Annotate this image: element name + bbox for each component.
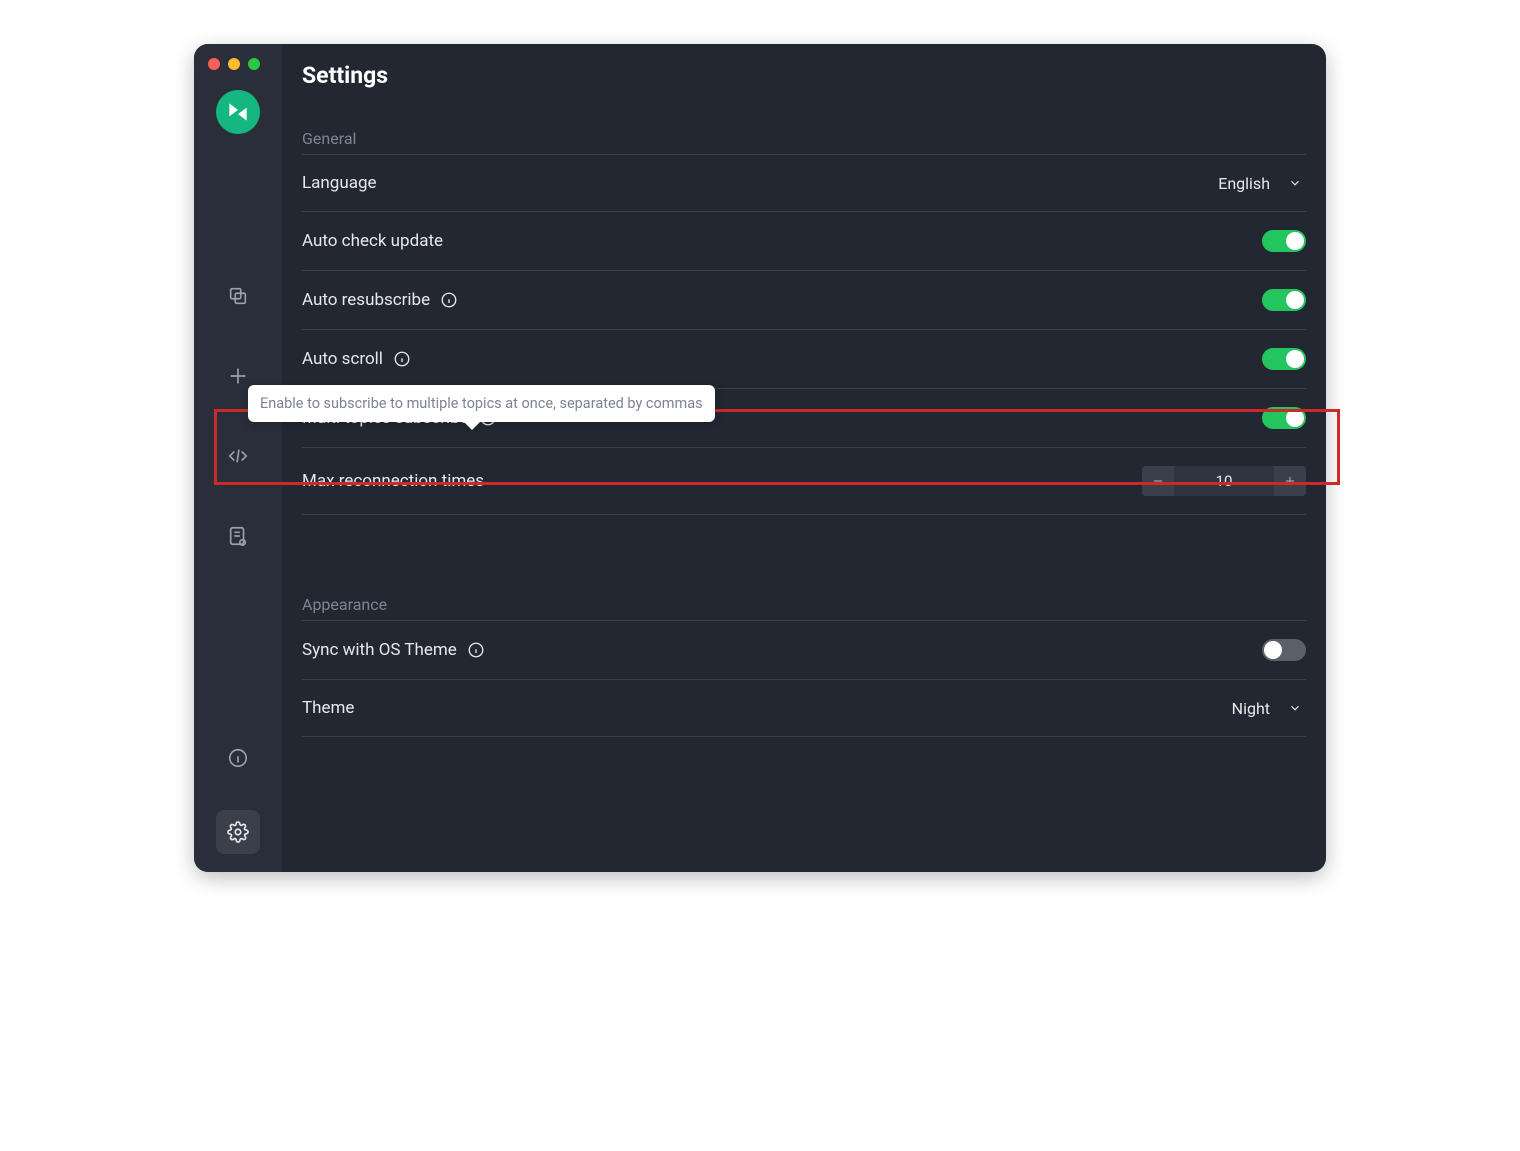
section-label-appearance: Appearance: [302, 595, 1306, 614]
row-theme: Theme Night: [302, 680, 1306, 737]
tooltip-multi-topics: Enable to subscribe to multiple topics a…: [248, 385, 715, 422]
app-window: Settings General Language English Auto c…: [194, 44, 1326, 872]
toggle-sync-os-theme[interactable]: [1262, 639, 1306, 661]
toggle-auto-check-update[interactable]: [1262, 230, 1306, 252]
page-title: Settings: [302, 62, 1306, 89]
toggle-multi-topics[interactable]: [1262, 407, 1306, 429]
plus-icon: [227, 365, 249, 387]
stepper-value[interactable]: 10: [1174, 466, 1274, 496]
language-value: English: [1218, 174, 1270, 193]
label-theme: Theme: [302, 698, 354, 718]
settings-panel: Settings General Language English Auto c…: [282, 44, 1326, 872]
gear-icon: [227, 821, 249, 843]
sidebar-item-scripts[interactable]: [216, 434, 260, 478]
info-auto-resubscribe-icon[interactable]: [440, 291, 458, 309]
theme-value: Night: [1232, 699, 1270, 718]
label-auto-resubscribe: Auto resubscribe: [302, 290, 430, 310]
row-max-reconnection: Max reconnection times 10: [302, 448, 1306, 515]
sidebar: [194, 44, 282, 872]
label-sync-os-theme: Sync with OS Theme: [302, 640, 457, 660]
minus-icon: [1151, 474, 1165, 488]
info-auto-scroll-icon[interactable]: [393, 350, 411, 368]
sidebar-item-connections[interactable]: [216, 274, 260, 318]
chevron-down-icon: [1288, 701, 1302, 715]
chevron-down-icon: [1288, 176, 1302, 190]
sidebar-item-about[interactable]: [216, 736, 260, 780]
sidebar-item-log[interactable]: [216, 514, 260, 558]
minimize-window-button[interactable]: [228, 58, 240, 70]
log-icon: [227, 525, 249, 547]
plus-small-icon: [1283, 474, 1297, 488]
stepper-increment-button[interactable]: [1274, 466, 1306, 496]
label-auto-check-update: Auto check update: [302, 231, 443, 251]
row-auto-check-update: Auto check update: [302, 212, 1306, 271]
theme-select[interactable]: Night: [1232, 699, 1306, 718]
copy-icon: [227, 285, 249, 307]
close-window-button[interactable]: [208, 58, 220, 70]
sidebar-item-settings[interactable]: [216, 810, 260, 854]
label-language: Language: [302, 173, 377, 193]
label-max-reconnection: Max reconnection times: [302, 471, 484, 491]
toggle-auto-scroll[interactable]: [1262, 348, 1306, 370]
info-icon: [227, 747, 249, 769]
row-auto-resubscribe: Auto resubscribe: [302, 271, 1306, 330]
info-sync-os-theme-icon[interactable]: [467, 641, 485, 659]
logo-icon: [225, 99, 251, 125]
app-logo: [216, 90, 260, 134]
max-reconnection-stepper: 10: [1142, 466, 1306, 496]
row-sync-os-theme: Sync with OS Theme: [302, 620, 1306, 680]
language-select[interactable]: English: [1218, 174, 1306, 193]
row-auto-scroll: Auto scroll: [302, 330, 1306, 389]
code-icon: [227, 445, 249, 467]
section-label-general: General: [302, 129, 1306, 148]
stepper-decrement-button[interactable]: [1142, 466, 1174, 496]
window-controls: [208, 58, 260, 70]
row-language: Language English: [302, 154, 1306, 212]
toggle-auto-resubscribe[interactable]: [1262, 289, 1306, 311]
label-auto-scroll: Auto scroll: [302, 349, 383, 369]
fullscreen-window-button[interactable]: [248, 58, 260, 70]
